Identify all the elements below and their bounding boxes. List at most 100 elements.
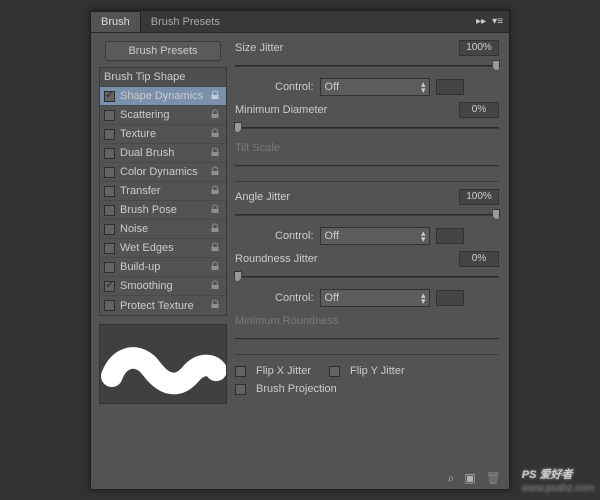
checkbox[interactable] bbox=[104, 205, 115, 216]
lock-icon[interactable] bbox=[210, 147, 222, 160]
min-roundness-row: Minimum Roundness bbox=[235, 312, 499, 330]
trash-icon[interactable]: 🗑 bbox=[486, 471, 501, 485]
list-item-label: Brush Tip Shape bbox=[104, 71, 222, 83]
list-item-color-dynamics[interactable]: Color Dynamics bbox=[100, 163, 226, 182]
roundness-jitter-value[interactable]: 0% bbox=[459, 251, 499, 267]
min-roundness-slider bbox=[235, 332, 499, 346]
min-diameter-value[interactable]: 0% bbox=[459, 102, 499, 118]
lock-icon[interactable] bbox=[210, 166, 222, 179]
lock-icon[interactable] bbox=[210, 261, 222, 274]
list-item-label: Noise bbox=[120, 223, 210, 235]
lock-icon[interactable] bbox=[210, 299, 222, 312]
roundness-jitter-slider[interactable] bbox=[235, 270, 499, 284]
list-item-dual-brush[interactable]: Dual Brush bbox=[100, 144, 226, 163]
brush-projection-label: Brush Projection bbox=[256, 383, 337, 395]
checkbox[interactable] bbox=[104, 186, 115, 197]
min-roundness-label: Minimum Roundness bbox=[235, 315, 453, 327]
brush-tip-shape-item[interactable]: Brush Tip Shape bbox=[100, 68, 226, 87]
control-label: Control: bbox=[275, 230, 314, 242]
list-item-label: Protect Texture bbox=[120, 300, 210, 312]
separator bbox=[235, 181, 499, 182]
panel-menu-icon[interactable]: ▾≡ bbox=[492, 16, 503, 27]
tab-brush-presets[interactable]: Brush Presets bbox=[141, 12, 230, 32]
lock-icon[interactable] bbox=[210, 204, 222, 217]
size-jitter-value[interactable]: 100% bbox=[459, 40, 499, 56]
list-item-texture[interactable]: Texture bbox=[100, 125, 226, 144]
list-item-wet-edges[interactable]: Wet Edges bbox=[100, 239, 226, 258]
roundness-control-select[interactable]: Off▴▾ bbox=[320, 289, 430, 307]
panel-footer: ⌕ ▣ 🗑 bbox=[448, 469, 501, 487]
list-item-label: Dual Brush bbox=[120, 147, 210, 159]
list-item-smoothing[interactable]: Smoothing bbox=[100, 277, 226, 296]
brush-projection-checkbox[interactable]: Brush Projection bbox=[235, 383, 499, 395]
list-item-build-up[interactable]: Build-up bbox=[100, 258, 226, 277]
checkbox[interactable] bbox=[104, 281, 115, 292]
list-item-label: Texture bbox=[120, 128, 210, 140]
tilt-scale-slider bbox=[235, 159, 499, 173]
checkbox[interactable] bbox=[104, 91, 115, 102]
list-item-scattering[interactable]: Scattering bbox=[100, 106, 226, 125]
new-preset-icon[interactable]: ▣ bbox=[464, 471, 475, 485]
checkbox[interactable] bbox=[104, 262, 115, 273]
angle-jitter-value[interactable]: 100% bbox=[459, 189, 499, 205]
lock-icon[interactable] bbox=[210, 223, 222, 236]
roundness-jitter-label: Roundness Jitter bbox=[235, 253, 453, 265]
lock-icon[interactable] bbox=[210, 109, 222, 122]
min-diameter-slider[interactable] bbox=[235, 121, 499, 135]
list-item-brush-pose[interactable]: Brush Pose bbox=[100, 201, 226, 220]
toggle-icon[interactable]: ▸▸ bbox=[476, 16, 486, 27]
checkbox[interactable] bbox=[104, 167, 115, 178]
list-item-noise[interactable]: Noise bbox=[100, 220, 226, 239]
roundness-jitter-row: Roundness Jitter 0% bbox=[235, 250, 499, 268]
list-item-transfer[interactable]: Transfer bbox=[100, 182, 226, 201]
checkbox[interactable] bbox=[104, 129, 115, 140]
checkbox[interactable] bbox=[104, 148, 115, 159]
size-control-extra[interactable] bbox=[436, 79, 464, 95]
list-item-label: Shape Dynamics bbox=[120, 90, 210, 102]
flip-y-checkbox[interactable]: Flip Y Jitter bbox=[329, 365, 405, 377]
list-item-label: Wet Edges bbox=[120, 242, 210, 254]
brush-preview bbox=[99, 324, 227, 404]
tab-brush[interactable]: Brush bbox=[91, 11, 141, 32]
checkbox[interactable] bbox=[104, 300, 115, 311]
settings-column: Size Jitter 100% Control: Off▴▾ Minimum … bbox=[235, 39, 501, 463]
checkbox[interactable] bbox=[104, 243, 115, 254]
angle-jitter-slider[interactable] bbox=[235, 208, 499, 222]
lock-icon[interactable] bbox=[210, 242, 222, 255]
lock-icon[interactable] bbox=[210, 185, 222, 198]
lock-icon[interactable] bbox=[210, 90, 222, 103]
tab-bar: Brush Brush Presets ▸▸ ▾≡ bbox=[91, 11, 509, 33]
angle-jitter-row: Angle Jitter 100% bbox=[235, 188, 499, 206]
toggle-preview-icon[interactable]: ⌕ bbox=[448, 471, 455, 486]
angle-control-extra[interactable] bbox=[436, 228, 464, 244]
size-jitter-slider[interactable] bbox=[235, 59, 499, 73]
brush-options-list: Brush Tip Shape Shape Dynamics Scattering… bbox=[99, 67, 227, 316]
angle-jitter-label: Angle Jitter bbox=[235, 191, 453, 203]
list-item-label: Scattering bbox=[120, 109, 210, 121]
chevron-updown-icon: ▴▾ bbox=[421, 81, 426, 93]
min-diameter-label: Minimum Diameter bbox=[235, 104, 453, 116]
list-item-shape-dynamics[interactable]: Shape Dynamics bbox=[100, 87, 226, 106]
angle-control-select[interactable]: Off▴▾ bbox=[320, 227, 430, 245]
brush-presets-button[interactable]: Brush Presets bbox=[105, 41, 221, 61]
watermark: PS 爱好者 www.psahz.com bbox=[522, 465, 594, 494]
separator bbox=[235, 354, 499, 355]
lock-icon[interactable] bbox=[210, 128, 222, 141]
flip-y-label: Flip Y Jitter bbox=[350, 365, 405, 377]
size-jitter-row: Size Jitter 100% bbox=[235, 39, 499, 57]
size-control-select[interactable]: Off▴▾ bbox=[320, 78, 430, 96]
checkbox[interactable] bbox=[104, 224, 115, 235]
chevron-updown-icon: ▴▾ bbox=[421, 230, 426, 242]
lock-icon[interactable] bbox=[210, 280, 222, 293]
left-column: Brush Presets Brush Tip Shape Shape Dyna… bbox=[99, 39, 227, 463]
list-item-label: Transfer bbox=[120, 185, 210, 197]
list-item-protect-texture[interactable]: Protect Texture bbox=[100, 296, 226, 315]
brush-panel: Brush Brush Presets ▸▸ ▾≡ Brush Presets … bbox=[90, 10, 510, 490]
checkbox[interactable] bbox=[104, 110, 115, 121]
flip-x-checkbox[interactable]: Flip X Jitter bbox=[235, 365, 311, 377]
roundness-control-extra[interactable] bbox=[436, 290, 464, 306]
list-item-label: Brush Pose bbox=[120, 204, 210, 216]
control-label: Control: bbox=[275, 292, 314, 304]
list-item-label: Color Dynamics bbox=[120, 166, 210, 178]
list-item-label: Smoothing bbox=[120, 280, 210, 292]
